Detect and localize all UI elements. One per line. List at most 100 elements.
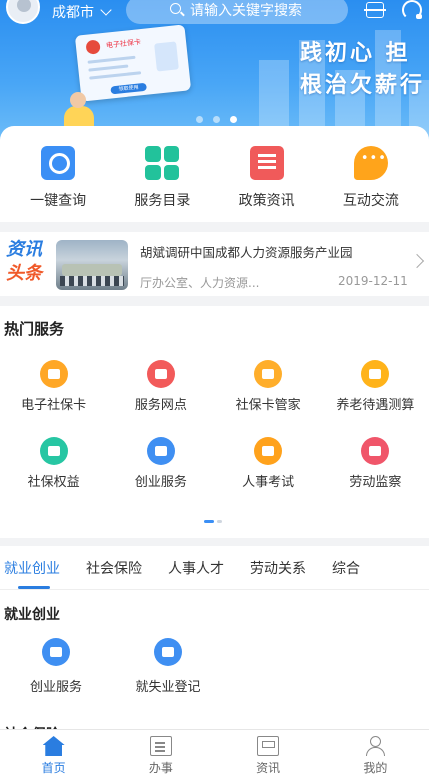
nav-label: 首页 [41, 761, 66, 775]
banner-slogan: 践初心 担 根治欠薪行 [300, 38, 425, 102]
carousel-dot[interactable] [213, 116, 220, 123]
section-title: 就业创业 [4, 607, 60, 623]
card-button: 领取使用 [110, 82, 147, 95]
service-item[interactable]: 养老待遇测算 [322, 360, 429, 413]
search-icon [41, 146, 76, 180]
service-label: 电子社保卡 [21, 398, 87, 413]
city-label: 成都市 [52, 5, 94, 21]
top-bar: 成都市 请输入关键字搜索 [0, 0, 429, 28]
tab-social-insurance[interactable]: 社会保险 [86, 546, 142, 589]
service-item[interactable]: 创业服务 [107, 437, 214, 490]
news-thumbnail [56, 240, 128, 290]
social-security-card-illustration: 电子社保卡 领取使用 [74, 24, 192, 102]
category-items: 创业服务 就失业登记 [0, 638, 224, 695]
quick-action-policy[interactable]: 政策资讯 [217, 126, 317, 222]
grid-icon [145, 146, 180, 180]
nav-tasks[interactable]: 办事 [121, 730, 201, 779]
quick-action-label: 服务目录 [134, 193, 191, 209]
exam-icon [254, 437, 283, 465]
service-label: 服务网点 [134, 398, 187, 413]
tab-employment[interactable]: 就业创业 [4, 546, 60, 589]
emblem-icon [85, 39, 101, 55]
tab-labor-relations[interactable]: 劳动关系 [250, 546, 306, 589]
tab-general[interactable]: 综合 [332, 546, 360, 589]
banner-carousel[interactable]: 成都市 请输入关键字搜索 电子社保卡 领取使用 践初心 担 根治欠薪行 [0, 0, 429, 140]
quick-actions: 一键查询 服务目录 政策资讯 互动交流 [0, 126, 429, 222]
service-label: 人事考试 [242, 475, 295, 490]
user-icon [364, 736, 386, 756]
slogan-line: 根治欠薪行 [300, 73, 426, 98]
news-date: 2019-12-11 [338, 274, 408, 288]
service-label: 创业服务 [29, 680, 82, 695]
search-placeholder: 请输入关键字搜索 [190, 3, 302, 19]
service-label: 社保权益 [27, 475, 80, 490]
card-line [89, 71, 142, 80]
box-icon [361, 360, 390, 388]
pager-dot[interactable] [217, 520, 222, 523]
newspaper-icon [257, 736, 280, 756]
chevron-down-icon [100, 4, 112, 16]
quick-action-catalog[interactable]: 服务目录 [112, 126, 212, 222]
pager-dot-active[interactable] [204, 520, 214, 523]
news-icon [249, 146, 284, 180]
service-item[interactable]: 社保卡管家 [215, 360, 322, 413]
service-item[interactable]: 劳动监察 [322, 437, 429, 490]
wallet-icon [254, 360, 283, 388]
service-item[interactable]: 服务网点 [107, 360, 214, 413]
news-headline[interactable]: 资讯 头条 胡斌调研中国成都人力资源服务产业园 厅办公室、人力资源... 201… [0, 232, 429, 296]
news-title: 胡斌调研中国成都人力资源服务产业园 [140, 245, 353, 260]
carousel-dot[interactable] [196, 116, 203, 123]
nav-label: 办事 [148, 761, 173, 775]
inspect-icon [361, 437, 390, 465]
briefcase-icon [154, 638, 182, 666]
nav-me[interactable]: 我的 [335, 730, 415, 779]
scan-icon[interactable] [364, 2, 386, 18]
chevron-right-icon [409, 253, 425, 269]
quick-action-label: 互动交流 [342, 193, 399, 209]
search-icon [170, 3, 181, 14]
service-item[interactable]: 社保权益 [0, 437, 107, 490]
nav-home[interactable]: 首页 [14, 730, 94, 779]
card-title: 电子社保卡 [105, 38, 142, 50]
hot-services-grid: 电子社保卡 服务网点 社保卡管家 养老待遇测算 社保权益 创业服务 人事考试 劳… [0, 360, 429, 490]
search-input[interactable]: 请输入关键字搜索 [126, 0, 348, 24]
city-selector[interactable]: 成都市 [52, 2, 112, 22]
services-pager [204, 520, 222, 523]
service-item[interactable]: 电子社保卡 [0, 360, 107, 413]
service-label: 就失业登记 [135, 680, 201, 695]
vase-icon [146, 437, 175, 465]
slogan-line: 践初心 担 [300, 41, 411, 66]
quick-action-query[interactable]: 一键查询 [8, 126, 108, 222]
vase-icon [42, 638, 70, 666]
avatar[interactable] [6, 0, 40, 24]
service-label: 社保卡管家 [235, 398, 301, 413]
news-source: 厅办公室、人力资源... [140, 276, 260, 290]
nav-news[interactable]: 资讯 [228, 730, 308, 779]
service-item[interactable]: 人事考试 [215, 437, 322, 490]
shield-icon [39, 437, 68, 465]
nav-label: 资讯 [256, 761, 281, 775]
headset-icon[interactable] [402, 0, 422, 20]
carousel-dot-active[interactable] [230, 116, 237, 123]
location-icon [146, 360, 175, 388]
home-icon [42, 736, 65, 756]
section-title: 热门服务 [4, 320, 65, 338]
service-label: 创业服务 [134, 475, 187, 490]
task-icon [149, 736, 172, 756]
service-item[interactable]: 创业服务 [0, 638, 112, 695]
news-tag: 资讯 头条 [6, 238, 50, 286]
person-head [70, 92, 86, 108]
bottom-nav: 首页 办事 资讯 我的 [0, 729, 429, 779]
category-tabs: 就业创业 社会保险 人事人才 劳动关系 综合 [0, 546, 429, 590]
service-label: 劳动监察 [349, 475, 402, 490]
quick-action-chat[interactable]: 互动交流 [321, 126, 421, 222]
category-panel: 就业创业 社会保险 人事人才 劳动关系 综合 就业创业 创业服务 就失业登记 社… [0, 546, 429, 746]
quick-action-label: 政策资讯 [238, 193, 295, 209]
tab-personnel[interactable]: 人事人才 [168, 546, 224, 589]
card-icon [39, 360, 68, 388]
service-item[interactable]: 就失业登记 [112, 638, 224, 695]
hot-services: 热门服务 电子社保卡 服务网点 社保卡管家 养老待遇测算 社保权益 创业服务 人… [0, 306, 429, 538]
carousel-indicator [196, 116, 237, 123]
service-label: 养老待遇测算 [336, 398, 415, 413]
card-line [87, 55, 136, 64]
